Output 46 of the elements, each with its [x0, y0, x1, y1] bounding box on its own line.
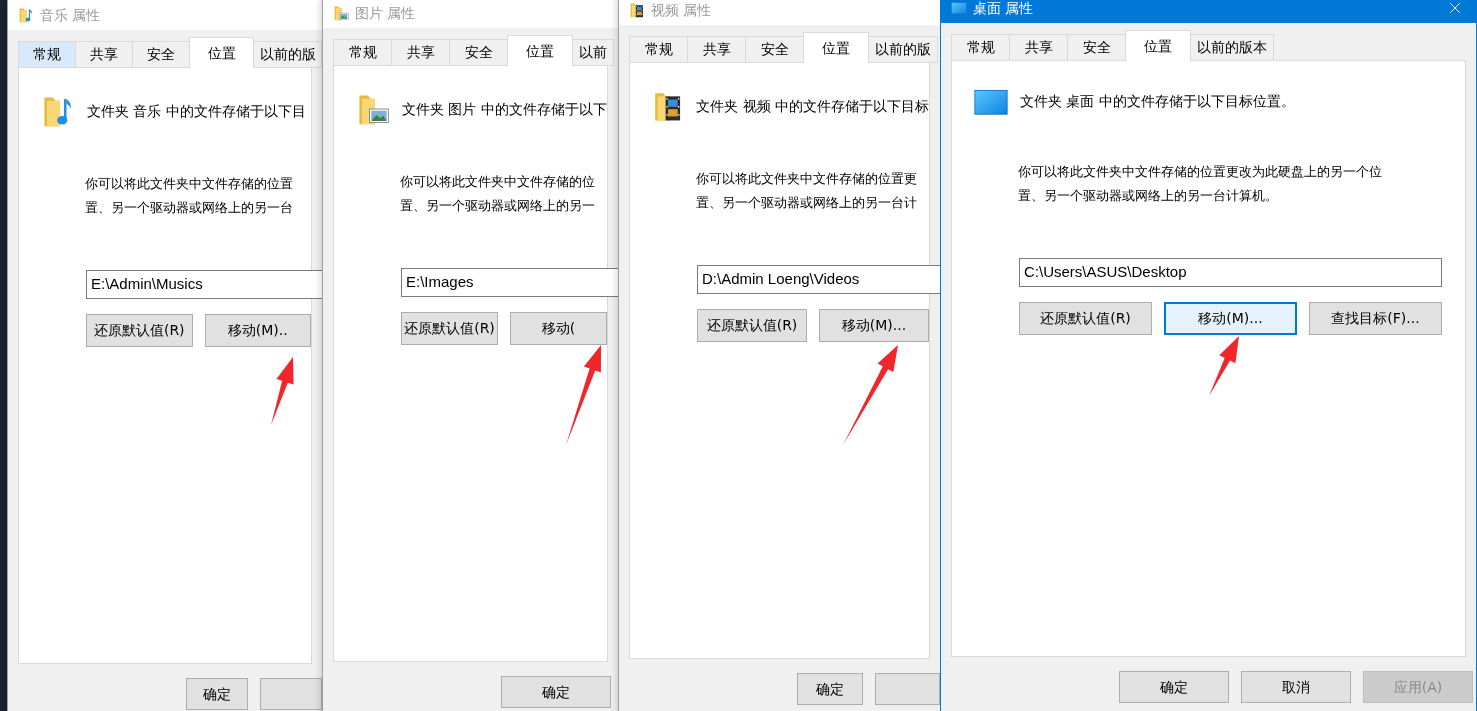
location-heading: 文件夹 视频 中的文件存储于以下目标	[696, 96, 929, 116]
tab[interactable]: 位置	[189, 37, 254, 68]
dialog-button[interactable]	[260, 678, 322, 710]
path-field[interactable]: E:\Images	[401, 268, 618, 297]
tab[interactable]: 位置	[507, 35, 573, 66]
window-title: 桌面 属性	[973, 0, 1034, 18]
dialog-button[interactable]: 确定	[501, 676, 611, 708]
description-text: 你可以将此文件夹中文件存储的位置 置、另一个驱动器或网络上的另一台	[85, 175, 293, 217]
film-folder-icon	[629, 2, 645, 18]
desktop-icon	[951, 1, 967, 15]
description-text: 你可以将此文件夹中文件存储的位置更改为此硬盘上的另一个位 置、另一个驱动器或网络上的另一台计算机。	[1018, 162, 1382, 205]
dialog-button[interactable]: 取消	[1241, 671, 1351, 703]
desktop-icon	[974, 87, 1008, 116]
picture-folder-icon	[333, 5, 349, 21]
tab[interactable]: 位置	[1125, 30, 1191, 61]
location-heading: 文件夹 图片 中的文件存储于以下	[402, 99, 607, 119]
description-text: 你可以将此文件夹中文件存储的位 置、另一个驱动器或网络上的另一	[400, 173, 595, 215]
dialog-button[interactable]	[874, 673, 940, 705]
action-button[interactable]: 还原默认值(R)	[1019, 301, 1152, 335]
action-button[interactable]: 还原默认值(R)	[401, 312, 498, 345]
tab[interactable]: 以前的版	[252, 41, 322, 68]
dialog-button[interactable]: 确定	[1119, 671, 1229, 703]
window-title: 图片 属性	[355, 3, 416, 23]
location-heading: 文件夹 音乐 中的文件存储于以下目	[87, 101, 306, 121]
action-button[interactable]: 还原默认值(R)	[86, 314, 193, 347]
action-button[interactable]: 移动(	[510, 312, 607, 345]
music-folder-icon	[18, 7, 34, 23]
action-button[interactable]: 还原默认值(R)	[697, 309, 807, 342]
dialog-button[interactable]: 确定	[186, 678, 248, 710]
description-text: 你可以将此文件夹中文件存储的位置更 置、另一个驱动器或网络上的另一台计	[696, 170, 917, 212]
window-title: 视频 属性	[651, 0, 712, 20]
tab[interactable]: 常规	[18, 41, 76, 68]
tab[interactable]: 以前的版本	[1190, 34, 1274, 61]
action-button[interactable]: 移动(M)...	[1164, 301, 1297, 335]
action-button[interactable]: 查找目标(F)...	[1309, 301, 1442, 335]
action-button[interactable]: 移动(M)...	[819, 309, 929, 342]
tab[interactable]: 以前的版	[868, 36, 938, 63]
path-field[interactable]: C:\Users\ASUS\Desktop	[1019, 257, 1442, 287]
path-field[interactable]: D:\Admin Loeng\Videos	[697, 265, 940, 294]
action-button[interactable]: 移动(M)..	[204, 314, 311, 347]
path-field[interactable]: E:\Admin\Musics	[86, 270, 322, 299]
window-title: 音乐 属性	[40, 5, 101, 25]
dialog-button[interactable]: 确定	[797, 673, 863, 705]
picture-folder-icon	[356, 92, 390, 126]
location-heading: 文件夹 桌面 中的文件存储于以下目标位置。	[1020, 91, 1295, 111]
tab[interactable]: 位置	[803, 32, 869, 63]
